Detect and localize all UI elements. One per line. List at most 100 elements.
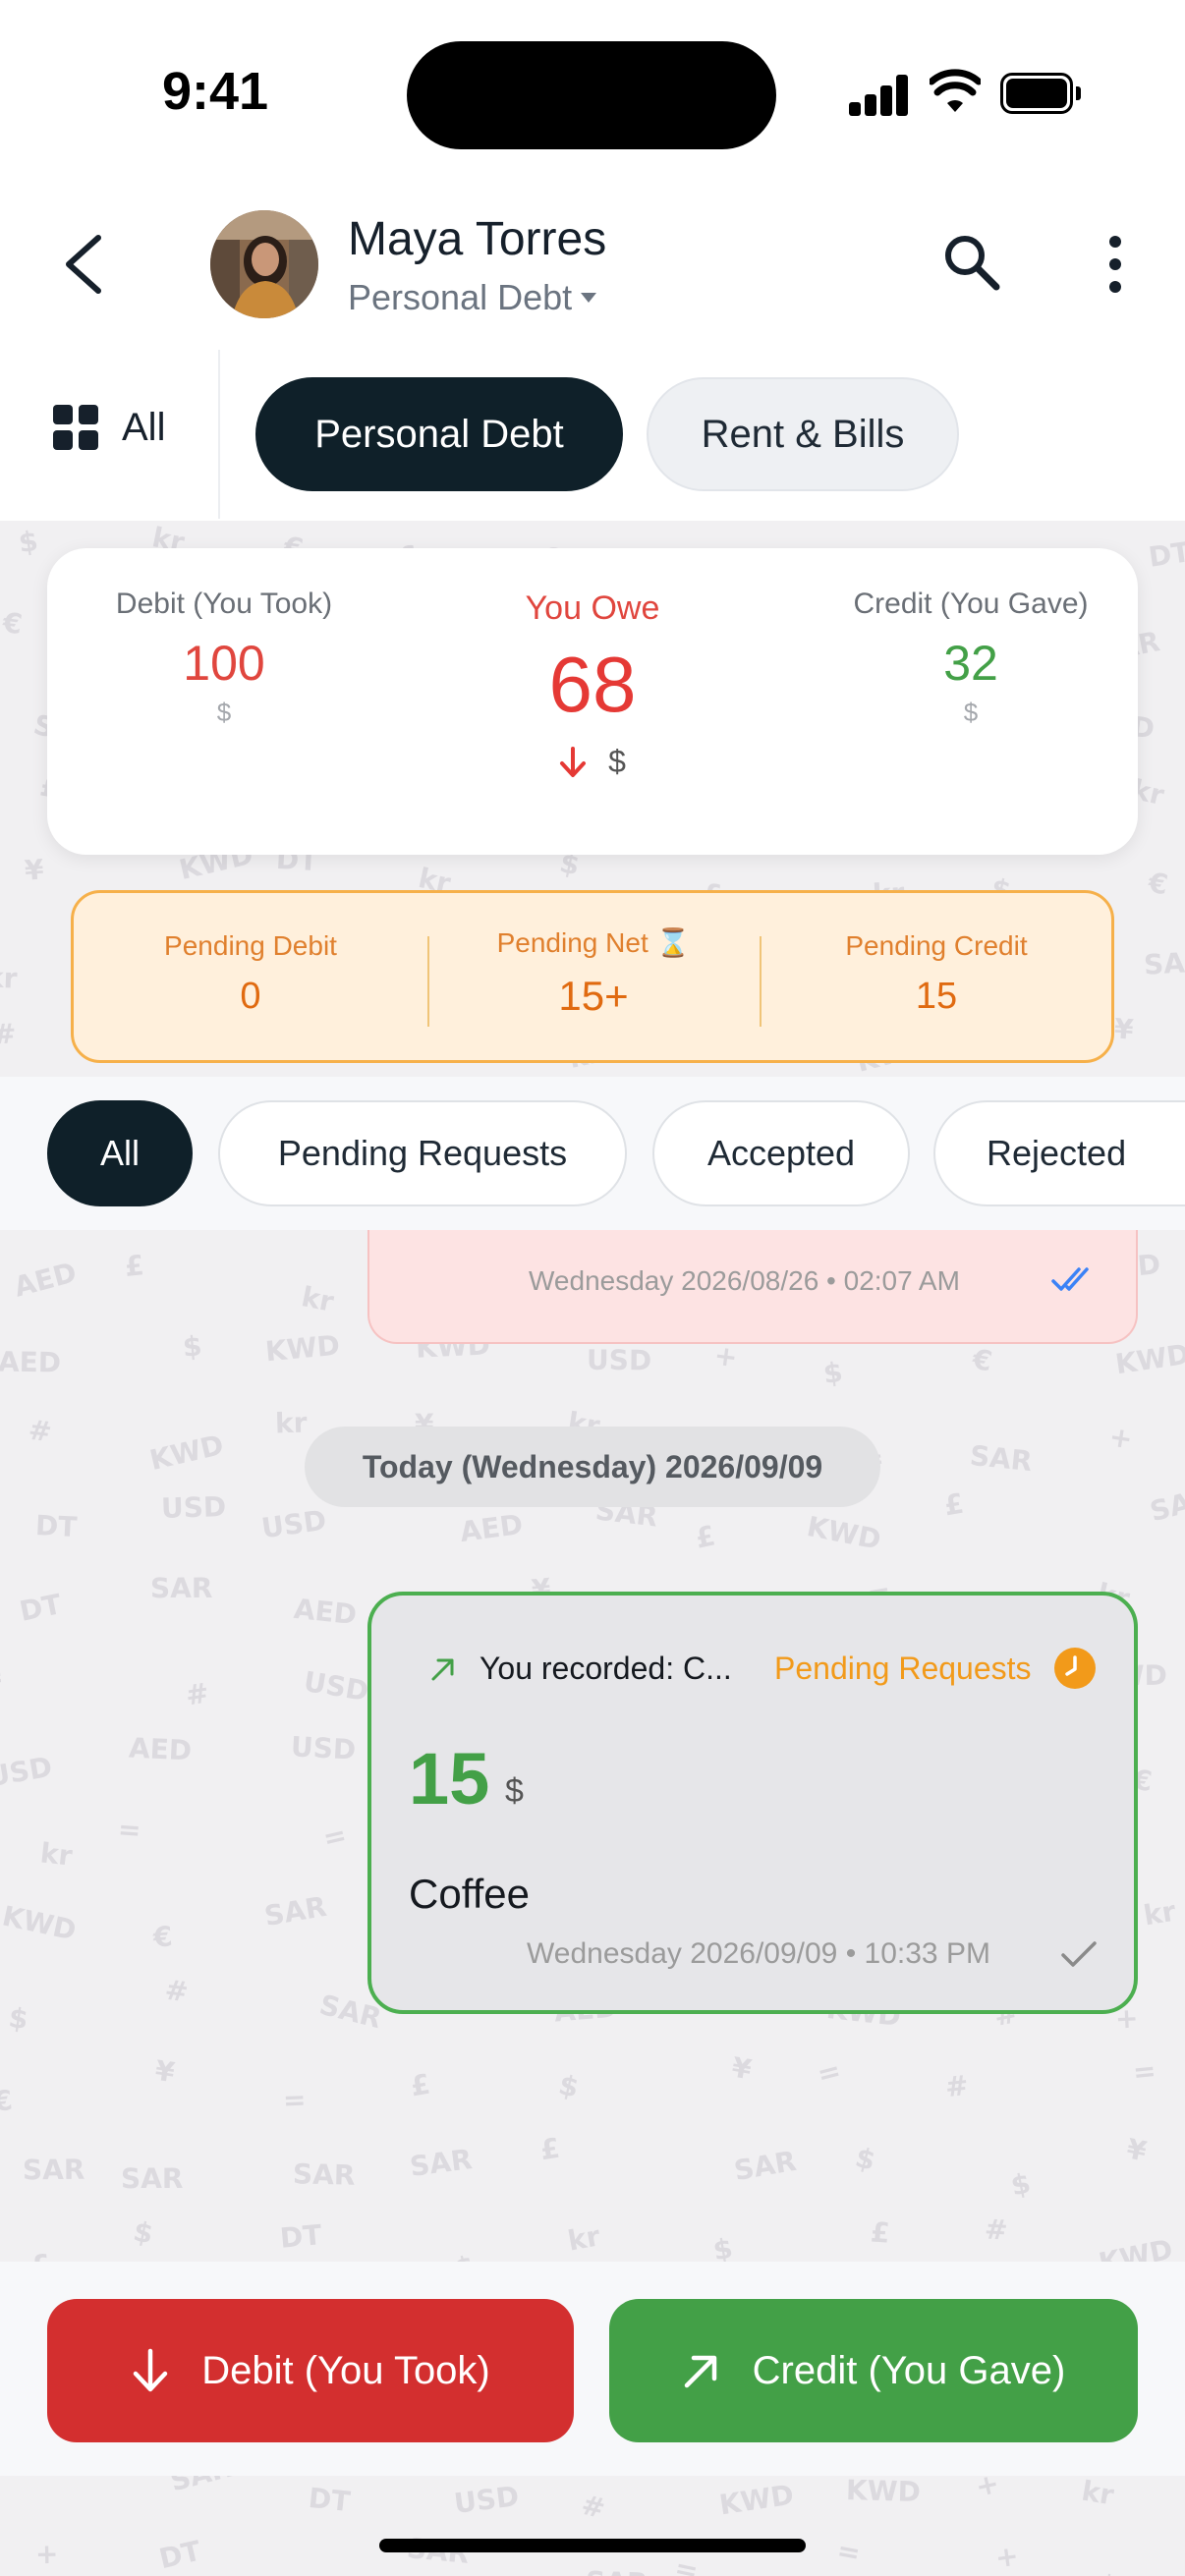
- pattern-glyph: kr: [38, 1836, 75, 1873]
- pattern-glyph: #: [0, 1017, 17, 1051]
- balance-summary-card: Debit (You Took) 100 $ You Owe 68 $ Cred…: [47, 548, 1138, 855]
- pattern-glyph: $: [555, 2067, 582, 2104]
- wifi-icon: [930, 69, 981, 112]
- pattern-glyph: $: [6, 2000, 30, 2037]
- pattern-glyph: #: [26, 1413, 53, 1449]
- pattern-glyph: +: [34, 2537, 59, 2570]
- message-timestamp: Wednesday 2026/08/26 • 02:07 AM: [529, 1265, 960, 1296]
- filter-pending-requests[interactable]: Pending Requests: [218, 1100, 627, 1206]
- pattern-glyph: #: [269, 2570, 298, 2576]
- pattern-glyph: =: [672, 2551, 702, 2576]
- status-filter-bar: All Pending Requests Accepted Rejected: [0, 1077, 1185, 1230]
- tab-rent-bills[interactable]: Rent & Bills: [647, 377, 959, 491]
- pattern-glyph: SAR: [121, 2161, 184, 2195]
- credit-summary-value: 32: [943, 636, 998, 691]
- pattern-glyph: AED: [292, 1593, 360, 1632]
- ledger-selector-label: Personal Debt: [348, 277, 573, 317]
- back-button[interactable]: [55, 230, 114, 299]
- pattern-glyph: +: [992, 2539, 1021, 2575]
- debit-summary-label: Debit (You Took): [115, 588, 333, 620]
- credit-summary: Credit (You Gave) 32 $: [823, 588, 1118, 728]
- pattern-glyph: =: [1131, 2053, 1157, 2089]
- pattern-glyph: =: [282, 2083, 308, 2117]
- status-bar: 9:41: [0, 0, 1185, 187]
- pattern-glyph: +: [712, 1338, 740, 1374]
- pattern-glyph: £: [869, 2214, 891, 2250]
- pattern-glyph: £: [123, 1248, 146, 1283]
- dynamic-island: [407, 41, 776, 149]
- arrow-up-right-icon: [684, 2355, 716, 2388]
- pattern-glyph: ¥: [1113, 1012, 1136, 1046]
- pattern-glyph: kr: [274, 1406, 308, 1440]
- pending-debit-label: Pending Debit: [164, 930, 337, 961]
- pattern-glyph: SAR: [261, 1889, 329, 1932]
- pattern-glyph: KWD: [263, 1328, 342, 1369]
- net-summary-currency: $: [608, 744, 626, 779]
- pattern-glyph: kr: [565, 2219, 603, 2258]
- pattern-glyph: $: [851, 2141, 879, 2177]
- add-credit-label: Credit (You Gave): [752, 2348, 1066, 2392]
- contact-name[interactable]: Maya Torres: [348, 212, 606, 266]
- pattern-glyph: USD: [0, 1751, 55, 1794]
- pending-debit-value: 0: [240, 976, 261, 1017]
- net-summary-value: 68: [548, 641, 637, 728]
- transaction-bubble[interactable]: You recorded: C... Pending Requests 15 $…: [367, 1592, 1138, 2014]
- pattern-glyph: =: [834, 2533, 864, 2570]
- clock-icon: [1054, 1648, 1096, 1689]
- pattern-glyph: kr: [299, 1280, 337, 1319]
- pattern-glyph: €: [151, 1919, 174, 1954]
- pending-debit: Pending Debit 0: [74, 930, 427, 1018]
- credit-summary-label: Credit (You Gave): [853, 588, 1089, 620]
- grid-icon: [53, 405, 98, 450]
- pattern-glyph: kr: [0, 961, 19, 995]
- filter-rejected[interactable]: Rejected: [933, 1100, 1185, 1206]
- pattern-glyph: KWD: [804, 1509, 884, 1556]
- pattern-glyph: £: [692, 1518, 718, 1555]
- more-options-icon[interactable]: [1100, 232, 1130, 297]
- pattern-glyph: AED: [458, 1507, 526, 1548]
- pattern-glyph: =: [814, 2053, 845, 2092]
- arrow-down-icon: [560, 746, 587, 777]
- pattern-glyph: €: [970, 1342, 995, 1378]
- arrow-up-right-icon: [431, 1658, 454, 1681]
- net-summary: You Owe 68 $: [440, 589, 745, 780]
- net-summary-label: You Owe: [525, 589, 660, 627]
- pattern-glyph: $: [1007, 2166, 1034, 2203]
- pattern-glyph: AED: [0, 1345, 62, 1379]
- search-icon[interactable]: [939, 228, 1002, 297]
- date-separator: Today (Wednesday) 2026/09/09: [305, 1427, 880, 1507]
- pending-net: Pending Net ⌛ 15+: [427, 926, 760, 1020]
- add-credit-button[interactable]: Credit (You Gave): [609, 2299, 1138, 2442]
- add-debit-button[interactable]: Debit (You Took): [47, 2299, 574, 2442]
- pattern-glyph: SAR: [586, 2565, 649, 2576]
- pattern-glyph: USD: [259, 1503, 329, 1545]
- pattern-glyph: ¥: [152, 2053, 177, 2090]
- pattern-glyph: SAR: [292, 2157, 356, 2192]
- category-all[interactable]: All: [53, 405, 165, 450]
- message-bubble[interactable]: Wednesday 2026/08/26 • 02:07 AM: [367, 1230, 1138, 1344]
- avatar[interactable]: [210, 210, 318, 318]
- pattern-glyph: £: [537, 2131, 562, 2167]
- filter-all[interactable]: All: [47, 1100, 193, 1206]
- pattern-glyph: $: [820, 1356, 845, 1391]
- pattern-glyph: €: [0, 605, 25, 642]
- pattern-glyph: SAR: [408, 2142, 475, 2183]
- tab-personal-debt[interactable]: Personal Debt: [255, 377, 623, 491]
- signal-icon: [849, 75, 908, 116]
- pattern-glyph: €: [0, 2083, 15, 2118]
- pattern-glyph: SAR: [1146, 1481, 1185, 1528]
- pattern-glyph: SAR: [150, 1571, 213, 1604]
- pattern-glyph: USD: [160, 1489, 227, 1525]
- arrow-down-icon: [133, 2348, 168, 2392]
- pattern-glyph: ¥: [729, 2050, 755, 2087]
- ledger-selector[interactable]: Personal Debt: [348, 277, 597, 318]
- message-timestamp: Wednesday 2026/09/09 • 10:33 PM: [527, 1937, 990, 1970]
- pattern-glyph: #: [578, 2488, 608, 2526]
- pattern-glyph: KWD: [145, 1428, 227, 1478]
- pattern-glyph: KWD: [0, 1899, 80, 1947]
- pattern-glyph: DT: [155, 2534, 204, 2576]
- pattern-glyph: kr: [1079, 2474, 1116, 2512]
- filter-accepted[interactable]: Accepted: [652, 1100, 910, 1206]
- pattern-glyph: SAR: [1142, 945, 1185, 981]
- pattern-glyph: $: [181, 1328, 203, 1364]
